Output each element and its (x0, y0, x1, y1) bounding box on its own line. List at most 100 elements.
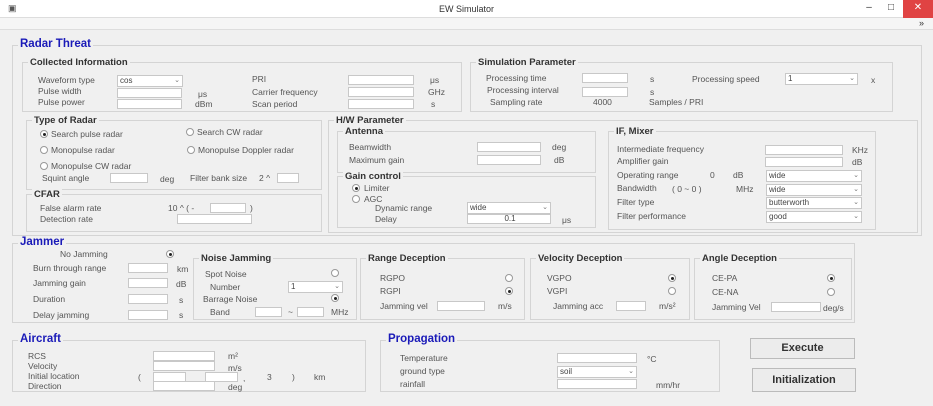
processing-time-unit: s (650, 74, 655, 84)
band-high-input[interactable] (297, 307, 324, 317)
rcs-input[interactable] (153, 351, 215, 361)
chevron-down-icon: ⌄ (849, 75, 855, 82)
scan-period-unit: s (431, 99, 436, 109)
simulation-parameter-group-title: Simulation Parameter (476, 57, 578, 68)
filter-type-select-value: butterworth (769, 198, 810, 207)
close-button[interactable]: ✕ (903, 0, 933, 18)
radar-type-radio[interactable] (40, 162, 48, 170)
dynamic-range-select[interactable]: wide ⌄ (467, 202, 551, 214)
pulse-power-unit: dBm (195, 99, 213, 109)
no-jamming-radio[interactable] (166, 250, 174, 258)
filter-bank-size-input[interactable] (277, 173, 299, 183)
sampling-rate-unit: Samples / PRI (649, 97, 704, 107)
vgpo-radio[interactable] (668, 274, 676, 282)
dynamic-range-label: Dynamic range (375, 203, 433, 213)
initialization-button[interactable]: Initialization (752, 368, 856, 392)
loc-close: ) (292, 372, 295, 382)
radar-type-radio[interactable] (186, 128, 194, 136)
propagation-panel-title: Propagation (386, 333, 458, 345)
rgpo-radio[interactable] (505, 274, 513, 282)
processing-time-input[interactable] (582, 73, 628, 83)
jamming-gain-input[interactable] (128, 278, 168, 288)
squint-angle-input[interactable] (110, 173, 148, 183)
delay-input[interactable]: 0.1 (467, 214, 551, 224)
false-alarm-rate-label: False alarm rate (40, 203, 102, 213)
delay-unit: μs (562, 215, 572, 225)
intermediate-frequency-input[interactable] (765, 145, 843, 155)
ce-na-label: CE-NA (712, 287, 739, 297)
processing-interval-input[interactable] (582, 87, 628, 97)
beamwidth-label: Beamwidth (349, 142, 392, 152)
pulse-power-input[interactable] (117, 99, 182, 109)
ce-pa-radio[interactable] (827, 274, 835, 282)
velocity-deception-group-title: Velocity Deception (536, 253, 625, 264)
pri-input[interactable] (348, 75, 414, 85)
radar-type-label: Monopulse radar (51, 145, 115, 155)
squint-angle-unit: deg (160, 174, 175, 184)
number-label: Number (210, 282, 241, 292)
spot-noise-radio[interactable] (331, 269, 339, 277)
carrier-frequency-input[interactable] (348, 87, 414, 97)
jammer-panel-title: Jammer (18, 236, 67, 248)
angle-deception-group-title: Angle Deception (700, 253, 779, 264)
rgpi-label: RGPI (380, 286, 401, 296)
jamming-angle-vel-label: Jamming Vel (712, 302, 761, 312)
detection-rate-input[interactable] (177, 214, 252, 224)
burn-through-range-input[interactable] (128, 263, 168, 273)
processing-speed-select[interactable]: 1 ⌄ (785, 73, 858, 85)
maximize-button[interactable]: □ (880, 0, 902, 18)
scan-period-input[interactable] (348, 99, 414, 109)
bandwidth-label: Bandwidth (617, 183, 657, 193)
direction-input[interactable] (153, 381, 215, 391)
agc-radio[interactable] (352, 195, 360, 203)
rgpi-radio[interactable] (505, 287, 513, 295)
beamwidth-input[interactable] (477, 142, 541, 152)
bandwidth-select-value: wide (769, 185, 786, 194)
jamming-vel-unit: m/s (498, 301, 512, 311)
ce-na-radio[interactable] (827, 288, 835, 296)
vgpi-label: VGPI (547, 286, 568, 296)
delay-jamming-input[interactable] (128, 310, 168, 320)
pulse-width-input[interactable] (117, 88, 182, 98)
radar-type-radio[interactable] (187, 146, 195, 154)
filter-type-select[interactable]: butterworth ⌄ (766, 197, 862, 209)
delay-label: Delay (375, 214, 397, 224)
chevron-down-icon: ⌄ (853, 186, 859, 193)
vgpo-label: VGPO (547, 273, 572, 283)
minimize-button[interactable]: – (858, 0, 880, 18)
duration-input[interactable] (128, 294, 168, 304)
execute-button[interactable]: Execute (750, 338, 855, 359)
false-alarm-exponent-input[interactable] (210, 203, 246, 213)
amplifier-gain-input[interactable] (765, 157, 843, 167)
radar-type-radio[interactable] (40, 146, 48, 154)
processing-interval-unit: s (650, 87, 655, 97)
temperature-input[interactable] (557, 353, 637, 363)
velocity-input[interactable] (153, 361, 215, 371)
delay-jamming-label: Delay jamming (33, 310, 90, 320)
bandwidth-select[interactable]: wide ⌄ (766, 184, 862, 196)
barrage-noise-radio[interactable] (331, 294, 339, 302)
waveform-type-select[interactable]: cos ⌄ (117, 75, 183, 87)
rainfall-input[interactable] (557, 379, 637, 389)
jamming-gain-label: Jamming gain (33, 278, 86, 288)
gain-control-group-title: Gain control (343, 171, 403, 182)
band-low-input[interactable] (255, 307, 282, 317)
processing-interval-label: Processing interval (487, 85, 559, 95)
beamwidth-unit: deg (552, 142, 567, 152)
filter-performance-select[interactable]: good ⌄ (766, 211, 862, 223)
limiter-radio[interactable] (352, 184, 360, 192)
filter-performance-label: Filter performance (617, 211, 686, 221)
chevron-down-icon: ⌄ (542, 204, 548, 211)
toolbar-more-button[interactable]: » (919, 18, 924, 28)
jamming-acc-input[interactable] (616, 301, 646, 311)
number-select[interactable]: 1 ⌄ (288, 281, 343, 293)
maximum-gain-input[interactable] (477, 155, 541, 165)
jamming-vel-input[interactable] (437, 301, 485, 311)
radar-type-radio[interactable] (40, 130, 48, 138)
toolbar: » (0, 18, 933, 30)
ground-type-select[interactable]: soil ⌄ (557, 366, 637, 378)
processing-speed-unit: x (871, 75, 876, 85)
jamming-angle-vel-input[interactable] (771, 302, 821, 312)
vgpi-radio[interactable] (668, 287, 676, 295)
operating-range-select[interactable]: wide ⌄ (766, 170, 862, 182)
